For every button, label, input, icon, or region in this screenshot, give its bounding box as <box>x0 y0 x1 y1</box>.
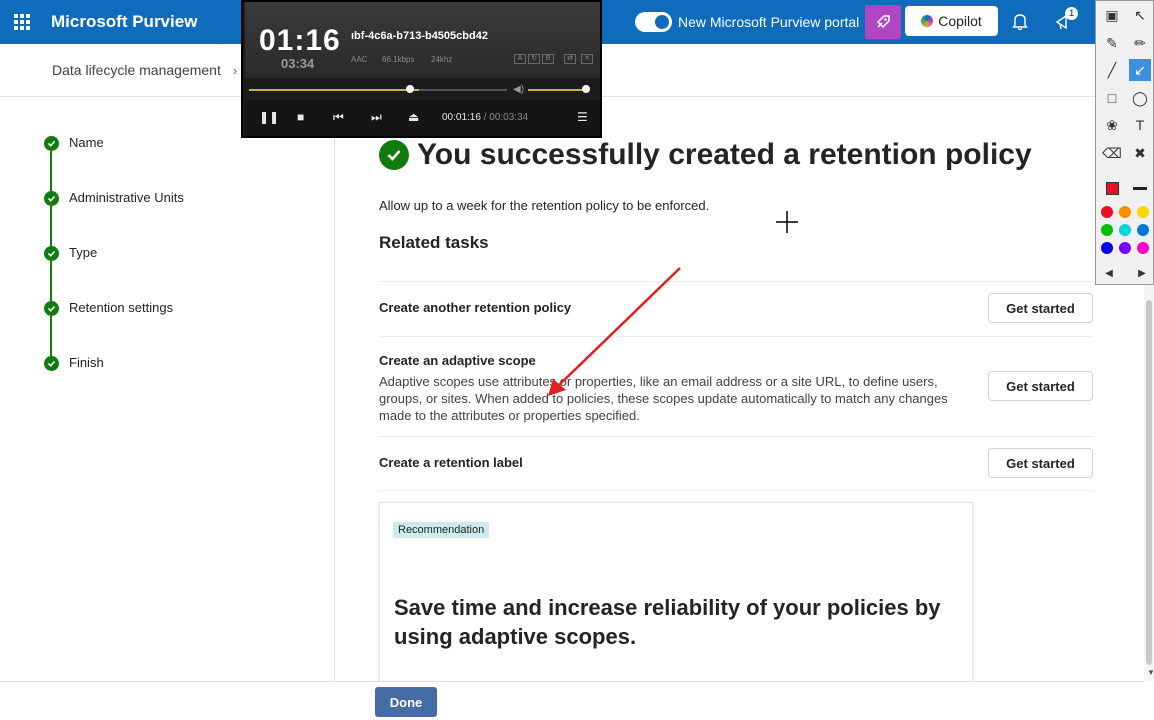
red-arrow-line <box>555 267 681 389</box>
player-controls: ❚❚ ■ ⏮ ⏭ ⏏ 00:01:16 / 00:03:34 ☰ <box>245 100 600 136</box>
player-codec: AAC <box>351 55 368 64</box>
menu-icon[interactable]: ☰ <box>577 110 588 124</box>
text-icon[interactable]: T <box>1129 114 1151 136</box>
player-total-time: 03:34 <box>281 56 315 71</box>
seek-bar-filled[interactable] <box>249 89 419 91</box>
color-magenta-swatch[interactable] <box>1137 242 1149 254</box>
active-color-icon[interactable] <box>1101 177 1123 199</box>
annotation-toolbar: ▣ ↖ ✎ ✏ ╱ ↙ □ ◯ ❀ T ⌫ ✖ ◀ ▶ <box>1095 0 1154 285</box>
line-icon[interactable]: ╱ <box>1101 59 1123 81</box>
player-clock: 00:01:16 / 00:03:34 <box>442 112 528 123</box>
eraser-icon[interactable]: ⌫ <box>1101 142 1123 164</box>
player-bitrate: 66.1kbps <box>382 55 415 64</box>
previous-icon[interactable]: ⏮ <box>333 110 344 125</box>
a-b-repeat-icon[interactable]: A <box>514 54 526 64</box>
color-blue-swatch[interactable] <box>1137 224 1149 236</box>
shuffle-icon[interactable]: ✕ <box>581 54 593 64</box>
b-marker-icon[interactable]: B <box>542 54 554 64</box>
repeat-icon[interactable]: ↻ <box>528 54 540 64</box>
color-red-swatch[interactable] <box>1101 206 1113 218</box>
player-elapsed-time: 01:16 <box>259 24 341 57</box>
trash-icon[interactable]: ✖ <box>1129 142 1151 164</box>
volume-icon[interactable]: ◀) <box>513 84 524 95</box>
media-player: 01:16 03:34 ıbf-4c6a-b713-b4505cbd42 AAC… <box>241 0 602 138</box>
color-cyan-swatch[interactable] <box>1119 224 1131 236</box>
color-purple-swatch[interactable] <box>1119 242 1131 254</box>
player-filename: ıbf-4c6a-b713-b4505cbd42 <box>351 30 488 42</box>
pointer-icon[interactable]: ↖ <box>1129 4 1151 26</box>
color-navy-swatch[interactable] <box>1101 242 1113 254</box>
loop-icon[interactable]: ⇄ <box>564 54 576 64</box>
pause-icon[interactable]: ❚❚ <box>259 110 279 124</box>
clock-elapsed: 00:01:16 <box>442 112 481 123</box>
pen-icon[interactable]: ✎ <box>1101 32 1123 54</box>
fill-icon[interactable]: ❀ <box>1101 114 1123 136</box>
volume-slider[interactable] <box>528 89 586 91</box>
volume-slider-handle[interactable] <box>582 85 590 93</box>
clock-total: 00:03:34 <box>489 112 529 123</box>
circle-icon[interactable]: ◯ <box>1129 87 1151 109</box>
next-icon[interactable]: ⏭ <box>371 110 382 125</box>
color-green-swatch[interactable] <box>1101 224 1113 236</box>
toolbar-right-icon[interactable]: ▶ <box>1131 262 1153 284</box>
seek-bar-handle[interactable] <box>406 85 414 93</box>
player-samplerate: 24khz <box>431 55 453 64</box>
color-yellow-swatch[interactable] <box>1137 206 1149 218</box>
player-display: 01:16 03:34 ıbf-4c6a-b713-b4505cbd42 AAC… <box>245 2 600 78</box>
seek-bar-track[interactable] <box>419 89 507 91</box>
color-orange-swatch[interactable] <box>1119 206 1131 218</box>
eject-icon[interactable]: ⏏ <box>408 110 419 124</box>
stroke-width-icon[interactable] <box>1129 177 1151 199</box>
arrow-tool-icon[interactable]: ↙ <box>1129 59 1151 81</box>
highlighter-icon[interactable]: ✏ <box>1129 32 1151 54</box>
monitor-icon[interactable]: ▣ <box>1101 4 1123 26</box>
toolbar-left-icon[interactable]: ◀ <box>1098 262 1120 284</box>
rectangle-icon[interactable]: □ <box>1101 87 1123 109</box>
clock-separator: / <box>483 112 487 123</box>
stop-icon[interactable]: ■ <box>297 110 304 124</box>
